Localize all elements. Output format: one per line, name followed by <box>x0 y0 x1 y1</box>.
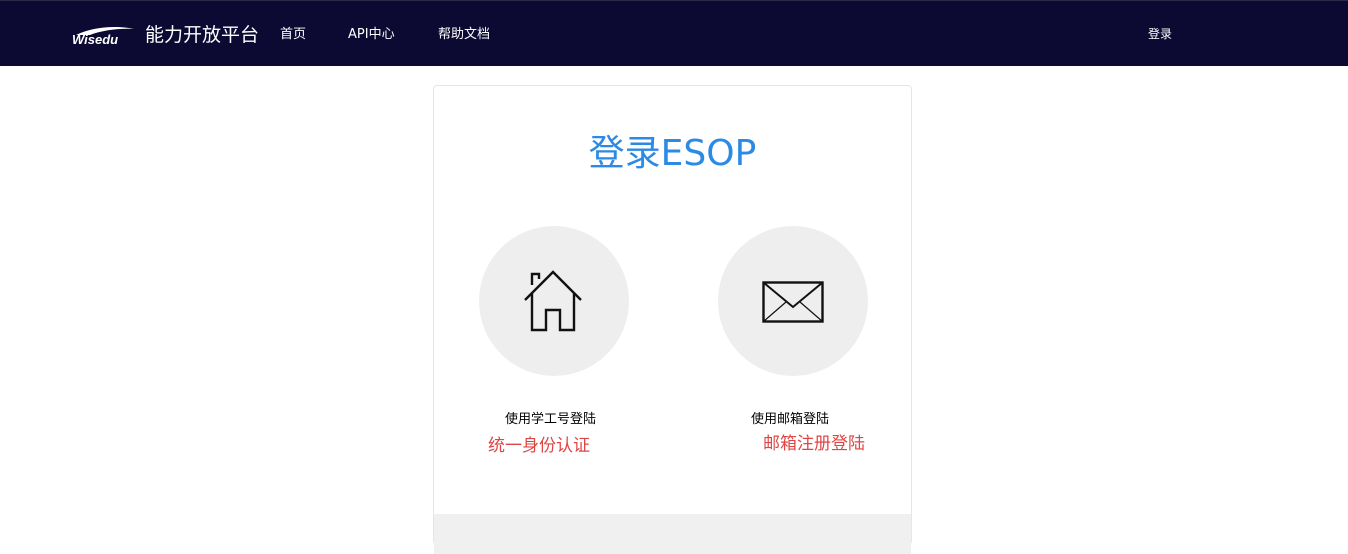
platform-title: 能力开放平台 <box>145 24 260 46</box>
nav-api-center[interactable]: API中心 <box>348 23 395 42</box>
student-id-login-label[interactable]: 使用学工号登陆 <box>505 408 596 427</box>
house-icon <box>524 270 582 332</box>
card-footer <box>434 514 911 554</box>
wisedu-logo[interactable]: Wisedu <box>72 23 136 49</box>
student-id-login-note: 统一身份认证 <box>488 436 590 456</box>
nav-home[interactable]: 首页 <box>280 23 306 42</box>
login-link[interactable]: 登录 <box>1148 25 1172 42</box>
student-id-login-button[interactable] <box>479 226 629 376</box>
email-login-label[interactable]: 使用邮箱登陆 <box>751 408 829 427</box>
email-login-button[interactable] <box>718 226 868 376</box>
login-title: 登录ESOP <box>588 133 757 174</box>
top-navbar: Wisedu 能力开放平台 首页 API中心 帮助文档 登录 <box>0 0 1348 66</box>
envelope-icon <box>762 281 824 323</box>
email-login-note: 邮箱注册登陆 <box>763 434 865 454</box>
nav-help-docs[interactable]: 帮助文档 <box>438 23 490 42</box>
logo-text: Wisedu <box>72 32 119 47</box>
login-card: 登录ESOP 使用学工号登陆 统一身份认证 使用邮箱登陆 邮箱注册登陆 <box>433 85 912 554</box>
